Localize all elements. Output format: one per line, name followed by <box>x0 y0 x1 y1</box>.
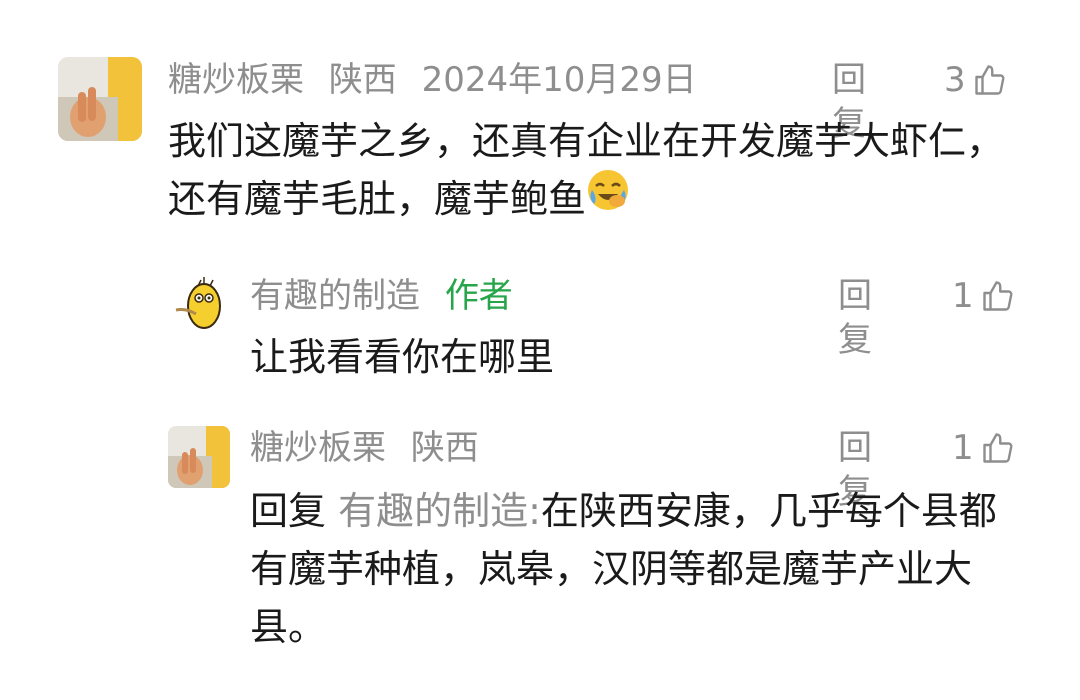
like-count: 1 <box>952 428 974 468</box>
like-button[interactable]: 1 <box>952 426 1016 470</box>
like-count: 3 <box>944 60 966 100</box>
comment-meta: 有趣的制造 作者 <box>250 274 527 318</box>
thumbs-up-icon <box>974 65 1005 95</box>
like-count: 1 <box>952 276 974 316</box>
thumbs-up-icon <box>982 281 1013 311</box>
reply-target-username[interactable]: 有趣的制造: <box>338 489 541 533</box>
author-badge: 作者 <box>444 276 513 316</box>
like-button[interactable]: 1 <box>952 274 1016 318</box>
comment-meta: 糖炒板栗 陕西 2024年10月29日 <box>168 58 711 102</box>
timestamp: 2024年10月29日 <box>421 60 697 100</box>
like-button[interactable]: 3 <box>944 58 1008 102</box>
thumbs-up-icon <box>982 433 1013 463</box>
comment-text: 我们这魔芋之乡，还真有企业在开发魔芋大虾仁，还有魔芋毛肚，魔芋鲍鱼 <box>168 112 1008 228</box>
comment-meta: 糖炒板栗 陕西 <box>250 426 493 470</box>
avatar[interactable] <box>58 57 142 141</box>
avatar[interactable] <box>168 276 230 338</box>
comment-text: 让我看看你在哪里 <box>250 335 555 379</box>
comment-text: 回复 有趣的制造:在陕西安康，几乎每个县都有魔芋种植，岚皋，汉阴等都是魔芋产业大… <box>250 482 1010 656</box>
avatar[interactable] <box>168 426 230 488</box>
username[interactable]: 糖炒板栗 <box>250 428 386 468</box>
location: 陕西 <box>410 428 479 468</box>
crying-laughing-emoji-icon <box>586 168 630 228</box>
username[interactable]: 有趣的制造 <box>250 276 420 316</box>
reply-prefix: 回复 <box>250 489 327 533</box>
username[interactable]: 糖炒板栗 <box>168 60 304 100</box>
location: 陕西 <box>328 60 397 100</box>
